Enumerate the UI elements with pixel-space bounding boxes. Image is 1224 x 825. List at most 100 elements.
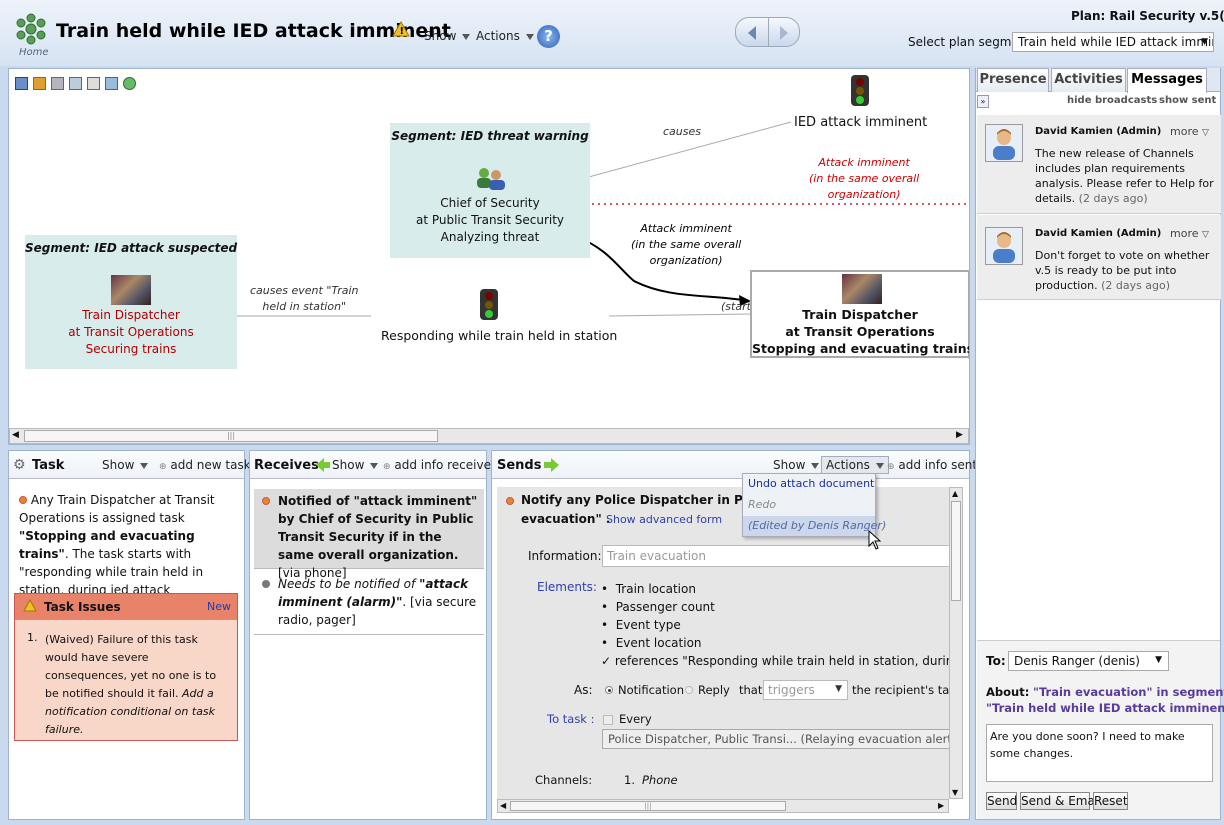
- segment-ied-attack-suspected[interactable]: Segment: IED attack suspected Train Disp…: [25, 235, 237, 369]
- scroll-left-icon[interactable]: ◀: [500, 801, 506, 810]
- forward-button[interactable]: [768, 17, 800, 47]
- scroll-right-icon[interactable]: ▶: [938, 801, 944, 810]
- causes-event-line2: held in station": [262, 300, 347, 313]
- channel-number: 1.: [624, 773, 635, 787]
- scroll-right-icon[interactable]: ▶: [956, 430, 963, 440]
- target-line3: Stopping and evacuating trains: [752, 341, 970, 356]
- dispatcher-photo-icon: [111, 275, 151, 305]
- receives-show-label: Show: [332, 458, 365, 472]
- show-advanced-form-link[interactable]: Show advanced form: [606, 513, 722, 526]
- home-label[interactable]: Home: [19, 47, 49, 58]
- information-input[interactable]: Train evacuation: [602, 545, 949, 567]
- seg2-node-chief-of-security[interactable]: Chief of Security at Public Transit Secu…: [390, 195, 590, 246]
- triggers-select[interactable]: triggers ▼: [763, 680, 848, 700]
- issue-text: (Waived) Failure of this task would have…: [45, 631, 231, 739]
- about-value: "Train evacuation" in segment: [1032, 685, 1224, 699]
- status-dot-icon: [19, 496, 27, 504]
- header-show-menu[interactable]: Show: [424, 29, 471, 43]
- target-node-train-dispatcher[interactable]: Train Dispatcher at Transit Operations S…: [750, 270, 970, 358]
- to-task-value: Police Dispatcher, Public Transi... (Rel…: [608, 732, 949, 746]
- task-show-menu[interactable]: Show: [102, 458, 149, 472]
- message-more-menu[interactable]: more ▽: [1170, 125, 1209, 138]
- notification-radio[interactable]: [605, 686, 613, 694]
- hide-broadcasts-link[interactable]: hide broadcasts: [1067, 95, 1157, 106]
- to-task-label[interactable]: To task :: [547, 712, 595, 726]
- new-issue-link[interactable]: New: [207, 600, 231, 613]
- chevron-down-icon: [525, 33, 534, 40]
- arrow-left-icon: [748, 26, 756, 40]
- header-show-label: Show: [424, 29, 457, 43]
- chevron-down-icon: [462, 33, 471, 40]
- gear-icon: ⚙: [13, 457, 26, 473]
- tab-messages[interactable]: Messages: [1127, 68, 1207, 93]
- scroll-up-icon[interactable]: ▲: [952, 489, 958, 498]
- reply-label: Reply: [698, 683, 730, 697]
- scroll-left-icon[interactable]: ◀: [12, 430, 19, 440]
- event-responding-while-train-held[interactable]: Responding while train held in station: [381, 327, 617, 344]
- map-horizontal-scrollbar[interactable]: ◀ ||| ▶: [9, 428, 969, 444]
- attack1-line3: organization): [827, 188, 901, 201]
- redo-item[interactable]: Redo: [748, 498, 776, 511]
- segment-select[interactable]: Train held while IED attack imminent▼: [1012, 32, 1214, 52]
- warning-icon: [23, 598, 37, 615]
- sends-hscroll-thumb[interactable]: |||: [510, 801, 786, 811]
- sends-show-menu[interactable]: Show: [773, 458, 820, 472]
- chevron-down-icon: ▽: [1202, 230, 1209, 240]
- plan-map: Segment: IED attack suspected Train Disp…: [8, 68, 970, 445]
- information-value: Train evacuation: [607, 549, 706, 563]
- dropdown-arrow-icon: ▼: [835, 684, 842, 694]
- causes-label: causes: [663, 125, 701, 138]
- segment-ied-threat-warning[interactable]: Segment: IED threat warning Chief of Sec…: [390, 123, 590, 258]
- segment-select-value: Train held while IED attack imminent: [1018, 35, 1213, 49]
- undo-attach-document-item[interactable]: Undo attach document: [748, 477, 874, 490]
- receives-item1-text: Notified of "attack imminent" by Chief o…: [278, 492, 478, 582]
- receives-item-selected[interactable]: Notified of "attack imminent" by Chief o…: [254, 489, 484, 580]
- add-new-task-button[interactable]: ⊕ add new task: [159, 458, 251, 472]
- show-sent-link[interactable]: show sent: [1159, 95, 1216, 106]
- receives-show-menu[interactable]: Show: [332, 458, 379, 472]
- reset-button[interactable]: Reset: [1093, 792, 1128, 810]
- header-actions-menu[interactable]: Actions: [476, 29, 534, 43]
- about-line: About: "Train evacuation" in segment: [986, 683, 1224, 701]
- channel-phone: Phone: [642, 773, 678, 787]
- send-button[interactable]: Send: [986, 792, 1017, 810]
- send-email-button[interactable]: Send & Email: [1020, 792, 1102, 810]
- edited-by-item[interactable]: (Edited by Denis Ranger): [743, 516, 886, 536]
- task-issues-header: Task Issues New: [15, 594, 237, 620]
- dropdown-arrow-icon: ▼: [1201, 37, 1208, 47]
- recipient-select[interactable]: Denis Ranger (denis) ▼: [1008, 651, 1169, 671]
- home-icon[interactable]: [14, 12, 48, 46]
- message-author: David Kamien (Admin): [1035, 126, 1162, 137]
- message-time: (2 days ago): [1101, 279, 1171, 292]
- add-info-received-label: add info received: [394, 458, 499, 472]
- tab-activities[interactable]: Activities: [1051, 68, 1126, 92]
- mouse-cursor-icon: [868, 529, 882, 553]
- scroll-down-icon[interactable]: ▼: [952, 788, 958, 797]
- message-more-menu[interactable]: more ▽: [1170, 227, 1209, 240]
- more-label: more: [1170, 227, 1199, 240]
- sends-actions-menu[interactable]: Actions: [821, 456, 889, 474]
- message-textarea[interactable]: Are you done soon? I need to make some c…: [986, 724, 1213, 782]
- causes-event-label: causes event "Train held in station": [250, 283, 359, 315]
- message-time: (2 days ago): [1078, 192, 1148, 205]
- reply-radio[interactable]: [685, 686, 693, 694]
- sends-vertical-scrollbar[interactable]: ▲ ▼: [949, 487, 963, 799]
- sends-horizontal-scrollbar[interactable]: ◀ ||| ▶: [497, 799, 949, 813]
- add-info-received-button[interactable]: ⊕ add info received: [383, 458, 499, 472]
- expand-icon[interactable]: »: [977, 95, 989, 108]
- to-task-select[interactable]: Police Dispatcher, Public Transi... (Rel…: [602, 729, 949, 749]
- every-checkbox[interactable]: [603, 715, 613, 725]
- event-ied-attack-imminent[interactable]: IED attack imminent: [794, 114, 927, 131]
- seg1-node-train-dispatcher[interactable]: Train Dispatcher at Transit Operations S…: [25, 307, 237, 358]
- map-scroll-thumb[interactable]: |||: [24, 430, 438, 442]
- add-info-sent-button[interactable]: ⊕ add info sent: [887, 458, 977, 472]
- sends-scroll-thumb[interactable]: [951, 501, 961, 601]
- receives-item1-bold: Notified of "attack imminent" by Chief o…: [278, 494, 478, 562]
- attack-label-solid: Attack imminent (in the same overall org…: [631, 221, 741, 269]
- receives-item[interactable]: Needs to be notified of "attack imminent…: [254, 573, 484, 635]
- back-button[interactable]: [735, 17, 769, 47]
- receives-item2-italic: Needs to be notified of: [278, 577, 416, 591]
- tab-presence[interactable]: Presence: [977, 68, 1049, 92]
- elements-label[interactable]: Elements:: [537, 580, 597, 594]
- help-icon[interactable]: ?: [537, 25, 560, 48]
